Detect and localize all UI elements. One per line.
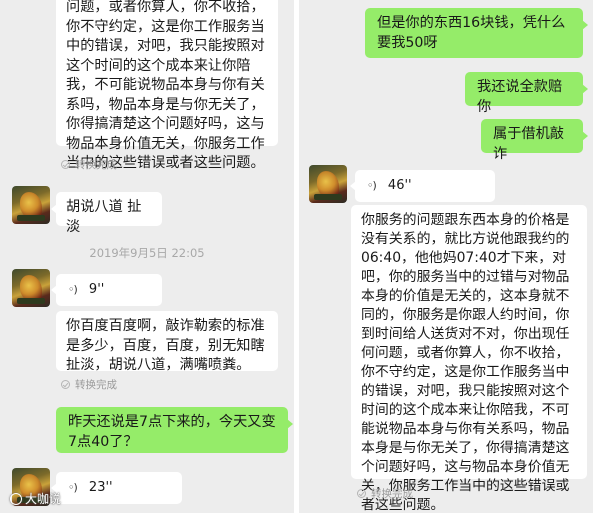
message-bubble-extortion[interactable]: 属于借机敲诈 bbox=[481, 119, 588, 162]
message-bubble-long-transcript[interactable]: 你服务的问题跟东西本身的价格是没有关系的，就比方说他跟我约的06:40，他他妈0… bbox=[351, 205, 587, 513]
chat-timestamp: 2019年9月5日 22:05 bbox=[89, 246, 205, 260]
message-text: 你服务的问题跟东西本身的价格是没有关系的，就比方说他跟我约的06:40，他他妈0… bbox=[361, 212, 570, 513]
transcript-status: 转换完成 bbox=[61, 377, 117, 392]
message-text: 属于借机敲诈 bbox=[493, 126, 564, 162]
message-text: 我还说全款赔你 bbox=[477, 79, 563, 115]
voice-wave-icon: ◦) bbox=[68, 283, 78, 296]
transcript-status: 转换完成 bbox=[61, 157, 117, 172]
message-bubble-full-refund[interactable]: 我还说全款赔你 bbox=[465, 72, 588, 115]
avatar[interactable] bbox=[12, 269, 50, 307]
status-text: 转换完成 bbox=[75, 379, 117, 391]
check-circle-icon bbox=[61, 160, 70, 169]
message-bubble-baidu[interactable]: 你百度百度啊，敲诈勒索的标准是多少，百度，百度，别无知瞎扯淡，胡说八道，满嘴喷粪… bbox=[56, 311, 278, 373]
avatar[interactable] bbox=[309, 165, 347, 203]
watermark-text: 大咖说 bbox=[25, 492, 62, 506]
status-text: 转换完成 bbox=[75, 159, 117, 171]
left-chat-panel: 问题，或者你算人，你不收拾，你不守约定，这是你工作服务当中的错误，对吧，我只能按… bbox=[0, 0, 294, 513]
voice-wave-icon: ◦) bbox=[367, 179, 377, 192]
message-bubble-nonsense[interactable]: 胡说八道 扯淡 bbox=[51, 192, 162, 235]
message-bubble-seven-forty[interactable]: 昨天还说是7点下来的，今天又变7点40了？ bbox=[56, 407, 293, 453]
message-bubble-sixteen-yuan[interactable]: 但是你的东西16块钱，凭什么要我50呀 bbox=[365, 8, 588, 58]
check-circle-icon bbox=[61, 380, 70, 389]
message-text: 你百度百度啊，敲诈勒索的标准是多少，百度，百度，别无知瞎扯淡，胡说八道，满嘴喷粪… bbox=[66, 318, 265, 373]
voice-message[interactable]: ◦) 9'' bbox=[51, 274, 162, 306]
voice-duration: 46'' bbox=[387, 178, 412, 193]
voice-duration: 23'' bbox=[88, 480, 113, 495]
watermark-logo-icon bbox=[10, 492, 22, 505]
check-circle-icon bbox=[357, 489, 366, 498]
watermark: 大咖说 bbox=[10, 490, 61, 507]
message-text: 但是你的东西16块钱，凭什么要我50呀 bbox=[377, 15, 566, 51]
message-text: 问题，或者你算人，你不收拾，你不守约定，这是你工作服务当中的错误，对吧，我只能按… bbox=[66, 0, 265, 171]
voice-message[interactable]: ◦) 46'' bbox=[350, 170, 495, 202]
transcript-status: 转换完成 bbox=[357, 486, 413, 501]
status-text: 转换完成 bbox=[371, 488, 413, 500]
avatar[interactable] bbox=[12, 186, 50, 224]
right-chat-panel: 但是你的东西16块钱，凭什么要我50呀 我还说全款赔你 属于借机敲诈 ◦) 46… bbox=[299, 0, 593, 513]
voice-message[interactable]: ◦) 23'' bbox=[51, 472, 182, 504]
voice-wave-icon: ◦) bbox=[68, 481, 78, 494]
voice-duration: 9'' bbox=[88, 282, 105, 297]
message-text: 胡说八道 扯淡 bbox=[66, 199, 142, 235]
message-text: 昨天还说是7点下来的，今天又变7点40了？ bbox=[68, 414, 276, 450]
message-bubble-top-transcript[interactable]: 问题，或者你算人，你不收拾，你不守约定，这是你工作服务当中的错误，对吧，我只能按… bbox=[56, 0, 278, 171]
